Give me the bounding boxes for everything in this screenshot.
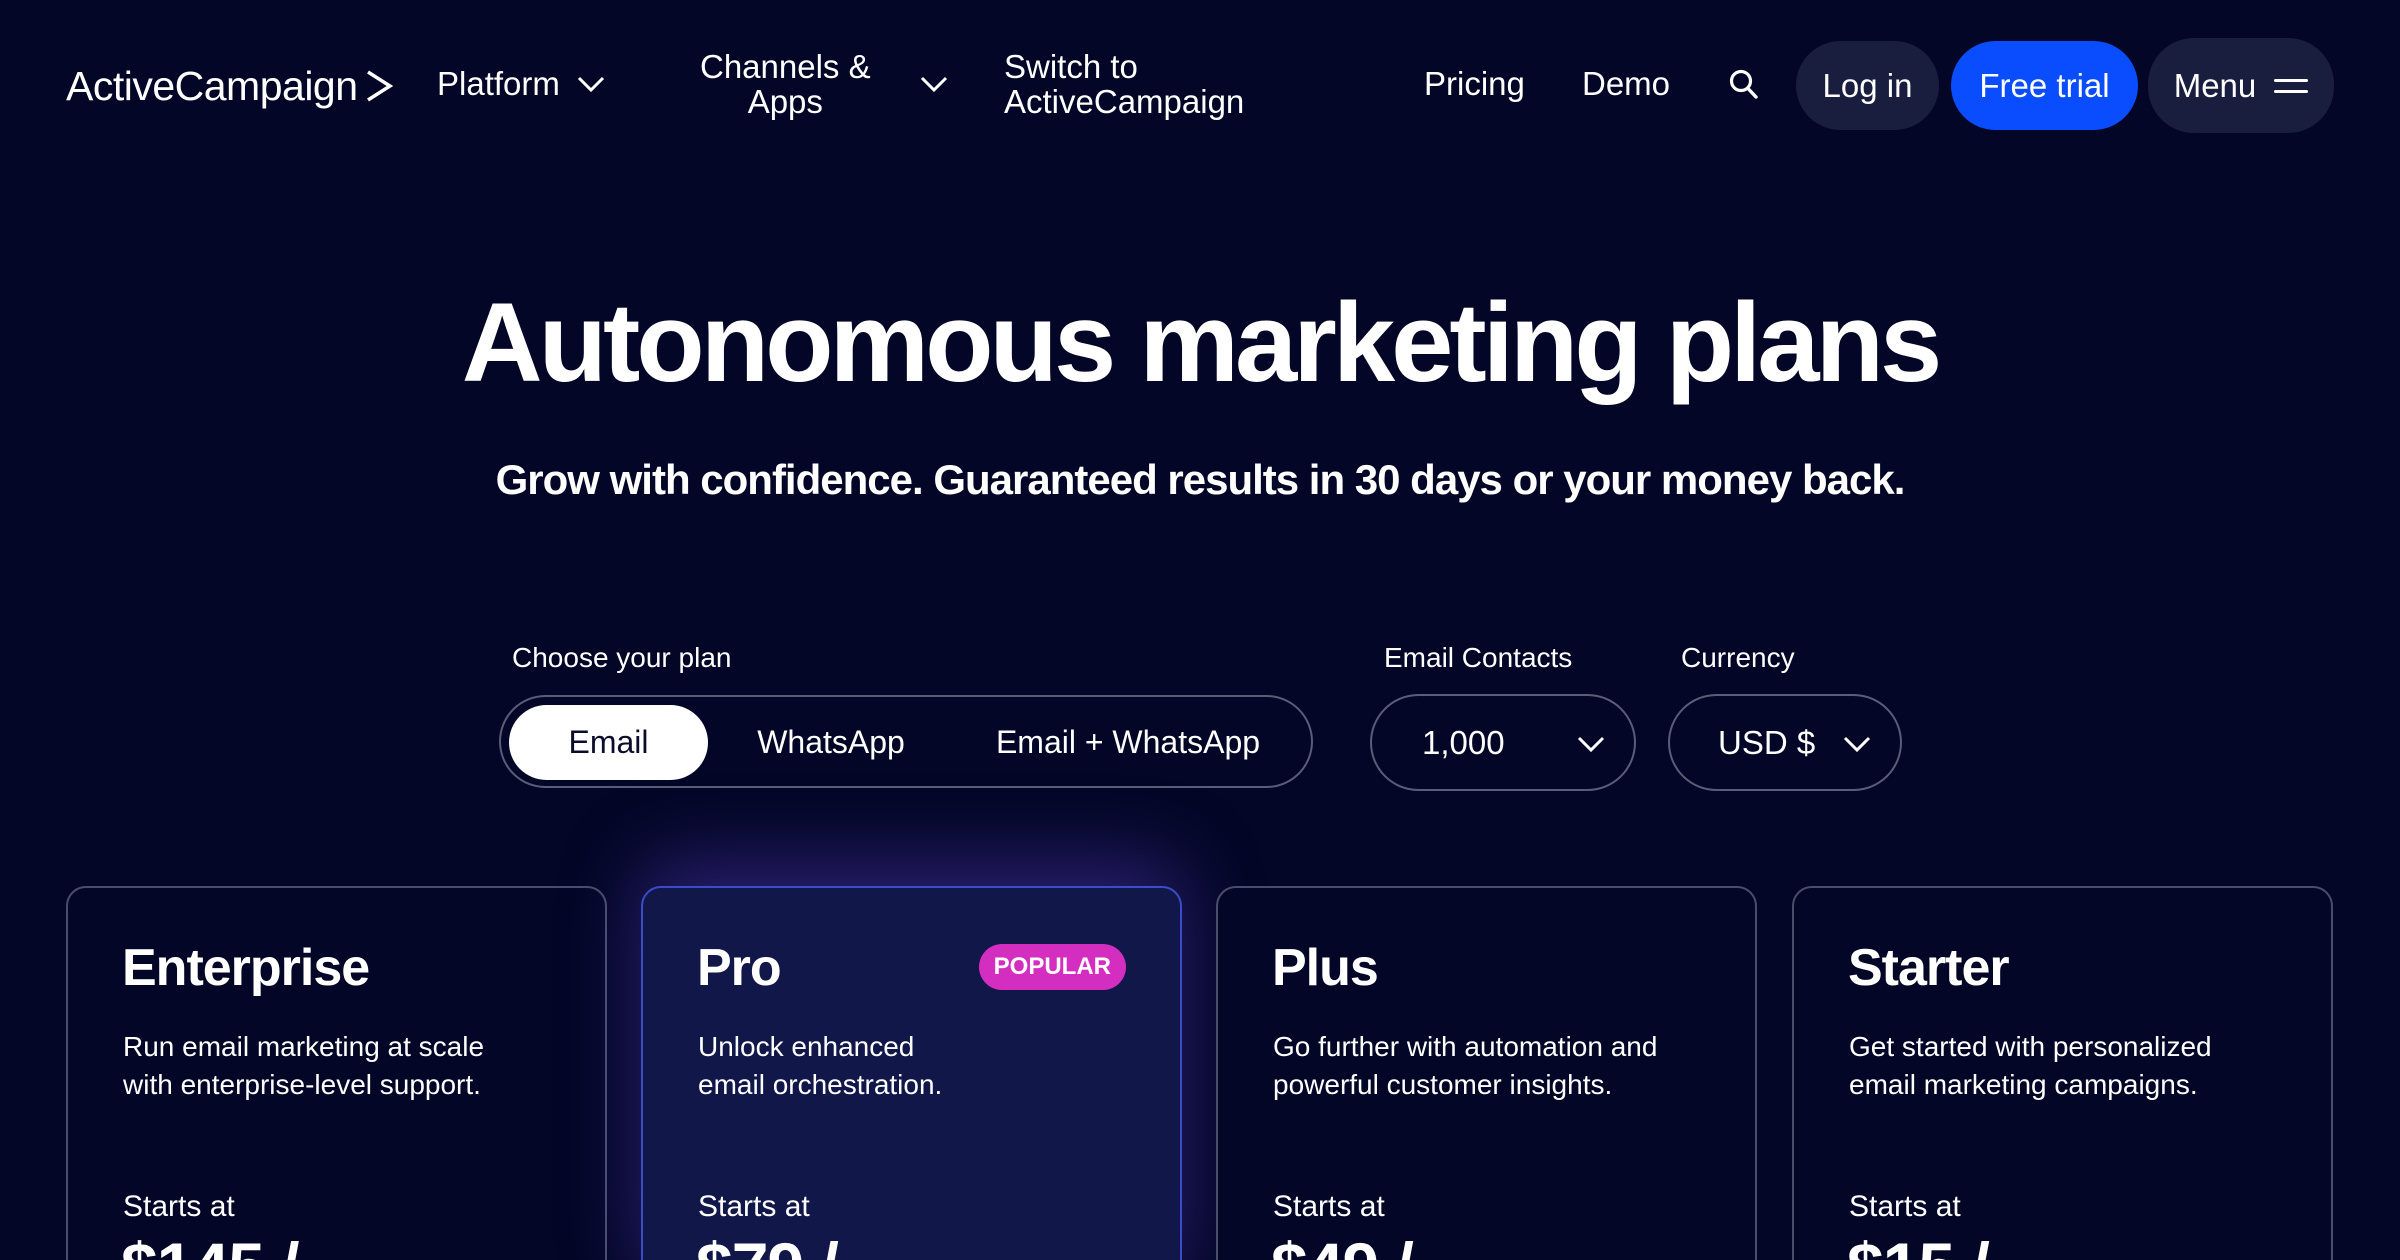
popular-badge: POPULAR [978, 944, 1126, 990]
plan-price: $145 / [121, 1228, 299, 1260]
chevron-down-icon [920, 76, 947, 93]
plan-price: $49 / [1271, 1228, 1414, 1260]
contacts-value: 1,000 [1422, 723, 1505, 761]
plan-description-line: Unlock enhanced [698, 1031, 915, 1062]
plan-card-enterprise[interactable]: Enterprise Run email marketing at scale … [66, 886, 607, 1260]
plan-description-line: powerful customer insights. [1273, 1069, 1613, 1100]
plan-description: Get started with personalized email mark… [1849, 1028, 2319, 1104]
nav-pricing[interactable]: Pricing [1424, 66, 1525, 101]
chevron-down-icon [1843, 736, 1871, 753]
plan-option-whatsapp[interactable]: WhatsApp [731, 705, 931, 780]
top-nav: ActiveCampaign Platform Channels & Apps … [0, 0, 2400, 170]
currency-label: Currency [1681, 642, 1795, 673]
nav-switch-line2: ActiveCampaign [1004, 83, 1245, 120]
nav-pricing-label: Pricing [1424, 65, 1525, 102]
nav-platform[interactable]: Platform [437, 66, 606, 101]
chevron-down-icon [577, 76, 604, 92]
plan-label: Choose your plan [512, 642, 732, 673]
nav-channels-apps[interactable]: Channels & Apps [700, 49, 949, 119]
plan-description: Unlock enhanced email orchestration. [698, 1028, 1168, 1104]
plan-starts-at: Starts at [1849, 1190, 1961, 1223]
nav-switch[interactable]: Switch to ActiveCampaign [1004, 49, 1244, 119]
plan-description: Go further with automation and powerful … [1273, 1028, 1743, 1104]
login-button[interactable]: Log in [1796, 41, 1939, 130]
logo[interactable]: ActiveCampaign [66, 58, 394, 114]
login-label: Log in [1822, 66, 1913, 104]
chevron-right-logo-icon [366, 70, 393, 102]
plan-name: Enterprise [122, 939, 370, 997]
plan-starts-at: Starts at [698, 1190, 810, 1223]
plan-option-email-whatsapp[interactable]: Email + WhatsApp [961, 705, 1295, 780]
plan-option-email[interactable]: Email [509, 705, 708, 780]
plan-description-line: Go further with automation and [1273, 1031, 1658, 1062]
contacts-select[interactable]: 1,000 [1370, 694, 1636, 791]
plan-description: Run email marketing at scale with enterp… [123, 1028, 593, 1104]
plan-card-starter[interactable]: Starter Get started with personalized em… [1792, 886, 2333, 1260]
nav-channels-label: Channels & Apps [700, 49, 871, 119]
plan-toggle: Email WhatsApp Email + WhatsApp [499, 695, 1313, 788]
chevron-down-icon [1577, 736, 1605, 753]
plan-starts-at: Starts at [1273, 1190, 1385, 1223]
contacts-label: Email Contacts [1384, 642, 1573, 673]
nav-demo[interactable]: Demo [1582, 66, 1670, 101]
plan-price: $79 / [696, 1228, 839, 1260]
plan-starts-at: Starts at [123, 1190, 235, 1223]
plan-name: Plus [1272, 939, 1379, 997]
plan-description-line: Get started with personalized [1849, 1031, 2212, 1062]
page-subtitle: Grow with confidence. Guaranteed results… [495, 456, 1906, 503]
page-title: Autonomous marketing plans [461, 280, 1943, 405]
plan-price: $15 / [1847, 1228, 1990, 1260]
nav-switch-line1: Switch to [1004, 48, 1138, 85]
plan-description-line: email orchestration. [698, 1069, 943, 1100]
plan-description-line: with enterprise-level support. [123, 1069, 481, 1100]
currency-value: USD $ [1718, 723, 1816, 761]
nav-platform-label: Platform [437, 65, 560, 102]
currency-select[interactable]: USD $ [1668, 694, 1902, 791]
free-trial-button[interactable]: Free trial [1951, 41, 2138, 130]
nav-channels-line1: Channels & [700, 48, 871, 85]
menu-label: Menu [2173, 66, 2257, 104]
plan-card-pro[interactable]: Pro POPULAR Unlock enhanced email orches… [641, 886, 1182, 1260]
free-trial-label: Free trial [1979, 66, 2110, 104]
plan-card-plus[interactable]: Plus Go further with automation and powe… [1216, 886, 1757, 1260]
plan-description-line: email marketing campaigns. [1849, 1069, 2198, 1100]
plan-description-line: Run email marketing at scale [123, 1031, 485, 1062]
plan-name: Pro [697, 939, 782, 997]
logo-text: ActiveCampaign [66, 62, 358, 109]
hamburger-icon [2274, 77, 2309, 95]
nav-channels-line2: Apps [747, 83, 823, 120]
nav-demo-label: Demo [1582, 65, 1671, 102]
search-icon[interactable] [1728, 68, 1760, 102]
plan-name: Starter [1848, 939, 2010, 997]
nav-switch-label: Switch to ActiveCampaign [1004, 49, 1244, 119]
menu-button[interactable]: Menu [2148, 38, 2334, 133]
